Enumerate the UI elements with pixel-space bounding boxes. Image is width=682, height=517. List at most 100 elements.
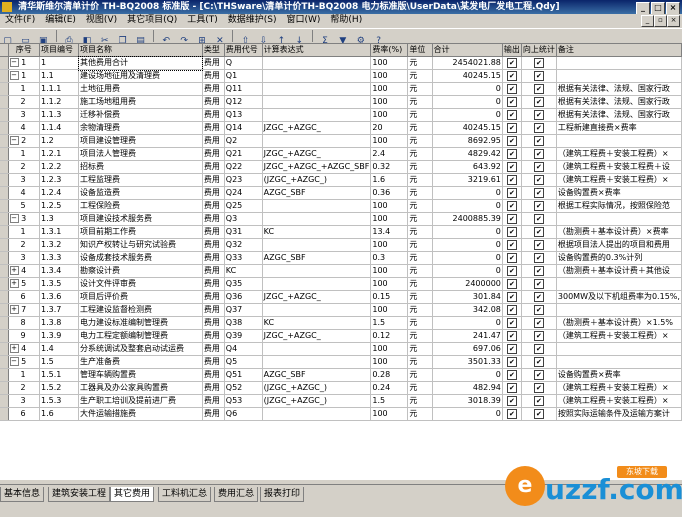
type-cell[interactable]: 费用	[202, 147, 225, 161]
type-cell[interactable]: 费用	[202, 56, 225, 70]
seq-cell[interactable]: 6	[8, 407, 40, 421]
delete-icon[interactable]: ✕	[213, 35, 226, 43]
row-header[interactable]	[0, 82, 9, 96]
unit-cell[interactable]: 元	[407, 95, 433, 109]
seq-cell[interactable]: 6	[8, 290, 40, 304]
upstat-checkbox[interactable]: ✔	[533, 109, 544, 120]
row-header[interactable]	[0, 342, 9, 356]
column-header[interactable]: 序号	[8, 44, 40, 57]
unit-cell[interactable]: 元	[407, 108, 433, 122]
note-cell[interactable]	[556, 56, 682, 70]
column-header[interactable]: 项目名称	[78, 44, 203, 57]
expression-cell[interactable]	[262, 355, 372, 369]
expression-cell[interactable]	[262, 342, 372, 356]
seq-cell[interactable]: 4	[8, 121, 40, 135]
total-cell[interactable]: 0	[432, 199, 503, 213]
code-cell[interactable]: 1.3	[39, 212, 80, 226]
code-cell[interactable]: 1.3.5	[39, 277, 80, 291]
table-row[interactable]: − 1 1.1 建设场地征用及清理费 费用 Q1 100 元 40245.15 ✔ ✔	[0, 69, 682, 83]
settings-icon[interactable]: ⚙	[354, 35, 367, 43]
seq-cell[interactable]: 9	[8, 329, 40, 343]
upstat-checkbox[interactable]: ✔	[533, 96, 544, 107]
unit-cell[interactable]: 元	[407, 381, 433, 395]
rate-cell[interactable]: 0.36	[370, 186, 409, 200]
seq-cell[interactable]: 1	[8, 368, 40, 382]
note-cell[interactable]	[556, 69, 682, 83]
filter-icon[interactable]: ▼	[336, 35, 349, 43]
column-header[interactable]: 向上统计	[521, 44, 557, 57]
expression-cell[interactable]	[262, 82, 372, 96]
unit-cell[interactable]: 元	[407, 277, 433, 291]
output-checkbox[interactable]: ✔	[506, 161, 517, 172]
fee-code-cell[interactable]: Q1	[224, 69, 263, 83]
upstat-checkbox[interactable]: ✔	[533, 304, 544, 315]
column-header[interactable]: 费率(%)	[370, 44, 409, 57]
total-cell[interactable]: 4829.42	[432, 147, 503, 161]
seq-cell[interactable]: − 5	[8, 355, 40, 369]
table-row[interactable]: 3 1.3.3 设备成套技术服务费 费用 Q33 AZGC_SBF 0.3 元 0 ✔ ✔ 设备购置费…	[0, 251, 682, 265]
column-header[interactable]: 计算表达式	[262, 44, 372, 57]
table-row[interactable]: 8 1.3.8 电力建设标准编制管理费 费用 Q38 KC 1.5 元 0 ✔ ✔ （勘测费＋基本设计…	[0, 316, 682, 330]
row-header[interactable]	[0, 329, 9, 343]
menu-item[interactable]: 编辑(E)	[40, 14, 81, 27]
seq-cell[interactable]: 5	[8, 199, 40, 213]
table-row[interactable]: 6 1.6 大件运输措施费 费用 Q6 100 元 0 ✔ ✔ 按照实际运输条件及运输方案计	[0, 407, 682, 421]
rate-cell[interactable]: 100	[370, 95, 409, 109]
row-header[interactable]	[0, 368, 9, 382]
name-cell[interactable]: 工程保险费	[78, 199, 203, 213]
expand-icon[interactable]: +	[9, 266, 19, 275]
note-cell[interactable]: （建筑工程费＋安装工程费）×	[556, 147, 682, 161]
type-cell[interactable]: 费用	[202, 186, 225, 200]
unit-cell[interactable]: 元	[407, 56, 433, 70]
code-cell[interactable]: 1.5.1	[39, 368, 80, 382]
type-cell[interactable]: 费用	[202, 407, 225, 421]
fee-code-cell[interactable]: Q31	[224, 225, 263, 239]
fee-code-cell[interactable]: Q4	[224, 342, 263, 356]
name-cell[interactable]: 电力建设标准编制管理费	[78, 316, 203, 330]
expression-cell[interactable]	[262, 303, 372, 317]
output-checkbox[interactable]: ✔	[506, 200, 517, 211]
upstat-checkbox[interactable]: ✔	[533, 226, 544, 237]
column-header[interactable]: 合计	[432, 44, 503, 57]
sheet-tab[interactable]: 基本信息	[0, 487, 45, 502]
unit-cell[interactable]: 元	[407, 82, 433, 96]
total-cell[interactable]: 2400885.39	[432, 212, 503, 226]
output-checkbox[interactable]: ✔	[506, 70, 517, 81]
total-cell[interactable]: 3018.39	[432, 394, 503, 408]
row-header[interactable]	[0, 108, 9, 122]
expand-icon[interactable]: +	[9, 344, 19, 353]
fee-code-cell[interactable]: Q36	[224, 290, 263, 304]
note-cell[interactable]: （勘测费＋基本设计费）×费率	[556, 225, 682, 239]
fee-code-cell[interactable]: Q14	[224, 121, 263, 135]
total-cell[interactable]: 0	[432, 82, 503, 96]
rate-cell[interactable]: 100	[370, 212, 409, 226]
note-cell[interactable]	[556, 342, 682, 356]
note-cell[interactable]: 工程新建直接费×费率	[556, 121, 682, 135]
seq-cell[interactable]: 3	[8, 251, 40, 265]
expression-cell[interactable]: AZGC_SBF	[262, 251, 372, 265]
fee-code-cell[interactable]: Q3	[224, 212, 263, 226]
fee-code-cell[interactable]: Q23	[224, 173, 263, 187]
save-icon[interactable]: ▣	[37, 35, 50, 43]
type-cell[interactable]: 费用	[202, 212, 225, 226]
rate-cell[interactable]: 100	[370, 407, 409, 421]
name-cell[interactable]: 土地征用费	[78, 82, 203, 96]
total-cell[interactable]: 40245.15	[432, 69, 503, 83]
minimize-button[interactable]: _	[636, 2, 650, 14]
collapse-icon[interactable]: −	[9, 58, 19, 67]
seq-cell[interactable]: 2	[8, 160, 40, 174]
unit-cell[interactable]: 元	[407, 290, 433, 304]
row-header[interactable]	[0, 160, 9, 174]
type-cell[interactable]: 费用	[202, 290, 225, 304]
total-cell[interactable]: 0	[432, 316, 503, 330]
row-header[interactable]	[0, 394, 9, 408]
seq-cell[interactable]: − 3	[8, 212, 40, 226]
code-cell[interactable]: 1.5	[39, 355, 80, 369]
table-row[interactable]: + 7 1.3.7 工程建设监督检测费 费用 Q37 100 元 342.08 ✔ ✔	[0, 303, 682, 317]
calc-icon[interactable]: Σ	[319, 35, 332, 43]
output-checkbox[interactable]: ✔	[506, 174, 517, 185]
expression-cell[interactable]	[262, 95, 372, 109]
help-icon[interactable]: ?	[372, 35, 385, 43]
seq-cell[interactable]: 1	[8, 82, 40, 96]
fee-code-cell[interactable]: Q39	[224, 329, 263, 343]
